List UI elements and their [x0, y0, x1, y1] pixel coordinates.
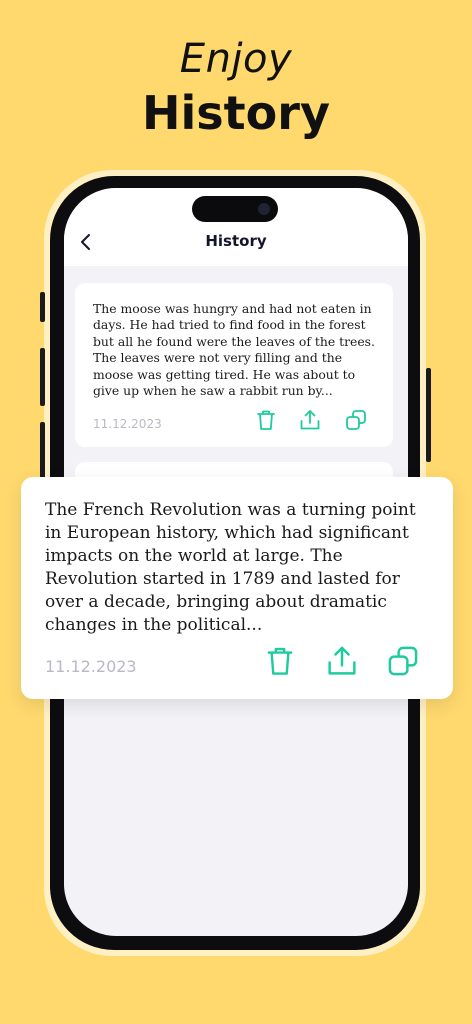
history-card-text: The moose was hungry and had not eaten i… — [93, 301, 375, 399]
phone-power-button — [426, 368, 431, 462]
page-title: History — [205, 232, 267, 250]
delete-button[interactable] — [262, 643, 298, 679]
phone-volume-down — [40, 422, 45, 480]
history-card-featured[interactable]: The French Revolution was a turning poin… — [21, 477, 453, 699]
phone-silent-switch — [40, 292, 45, 322]
delete-button[interactable] — [253, 407, 279, 433]
camera-icon — [258, 203, 270, 215]
hero-title-line2: History — [142, 86, 330, 140]
history-card[interactable]: The moose was hungry and had not eaten i… — [75, 283, 393, 447]
copy-icon — [346, 410, 366, 430]
dynamic-island — [192, 196, 278, 222]
trash-icon — [257, 410, 275, 430]
phone-volume-up — [40, 348, 45, 406]
share-button[interactable] — [297, 407, 323, 433]
share-icon — [300, 410, 320, 430]
share-button[interactable] — [324, 643, 360, 679]
trash-icon — [267, 647, 293, 675]
share-icon — [328, 646, 356, 675]
history-card-date: 11.12.2023 — [93, 417, 162, 431]
copy-button[interactable] — [385, 643, 421, 679]
hero-title-line1: Enjoy — [179, 36, 293, 82]
history-card-text: The French Revolution was a turning poin… — [45, 500, 416, 635]
history-card-date: 11.12.2023 — [45, 657, 137, 676]
copy-button[interactable] — [343, 407, 369, 433]
copy-icon — [388, 646, 418, 676]
